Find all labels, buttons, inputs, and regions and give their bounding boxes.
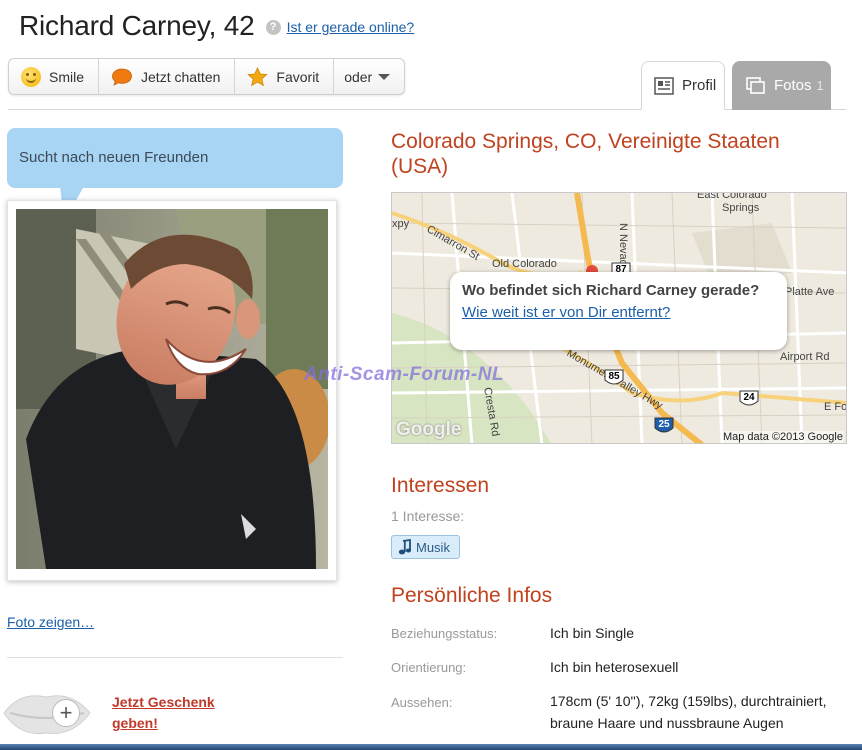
add-gift-badge[interactable]: +	[52, 699, 80, 727]
send-gift-link[interactable]: Jetzt Geschenk geben!	[112, 692, 215, 734]
tab-fotos[interactable]: Fotos 1	[732, 61, 831, 110]
highway-shield-25: 25	[654, 417, 674, 433]
favorite-button[interactable]: Favorit	[235, 59, 335, 94]
map-label-efo: E Fo	[824, 401, 847, 413]
online-status-link[interactable]: Ist er gerade online?	[287, 19, 415, 35]
map-credit: Map data ©2013 Google	[721, 431, 844, 443]
show-photo-link[interactable]: Foto zeigen…	[7, 614, 94, 630]
status-bubble: Sucht nach neuen Freunden	[7, 128, 343, 188]
tab-fotos-label: Fotos	[774, 77, 812, 94]
action-bar: Smile Jetzt chatten Favorit oder	[8, 58, 406, 95]
tab-profil[interactable]: Profil	[641, 61, 725, 110]
info-label-appearance: Aussehen:	[391, 695, 453, 710]
shield-24-text: 24	[743, 392, 755, 403]
os-taskbar	[0, 744, 862, 750]
interest-tag-musik[interactable]: Musik	[391, 535, 460, 559]
highway-shield-85: 85	[604, 369, 624, 385]
profile-photo-frame[interactable]	[7, 200, 337, 581]
map-location-popup: Wo befindet sich Richard Carney gerade? …	[450, 272, 787, 350]
smile-button[interactable]: Smile	[9, 59, 100, 94]
map-label-airport: Airport Rd	[780, 351, 830, 363]
info-label-orientation: Orientierung:	[391, 660, 467, 675]
lips-gift-icon[interactable]: +	[0, 683, 92, 741]
profile-header: Richard Carney, 42 ? Ist er gerade onlin…	[19, 10, 414, 42]
interests-title: Interessen	[391, 474, 490, 497]
favorite-button-label: Favorit	[276, 68, 320, 85]
watermark-text: Anti-Scam-Forum-NL	[304, 364, 505, 385]
location-title: Colorado Springs, CO, Vereinigte Staaten…	[391, 130, 780, 178]
photos-stack-icon	[746, 76, 766, 95]
chat-bubble-icon	[111, 68, 133, 86]
location-map[interactable]: East Colorado Springs Old Colorado Cimar…	[391, 192, 847, 444]
chat-button-label: Jetzt chatten	[141, 68, 221, 85]
info-value-appearance: 178cm (5' 10''), 72kg (159lbs), durchtra…	[550, 693, 827, 731]
left-divider	[7, 657, 343, 658]
map-label-old-colorado: Old Colorado	[492, 258, 557, 270]
info-label-relationship: Beziehungsstatus:	[391, 626, 498, 641]
chat-button[interactable]: Jetzt chatten	[99, 59, 236, 94]
photo-count: 1	[816, 78, 824, 93]
map-label-platte: Platte Ave	[785, 286, 834, 298]
more-actions-dropdown[interactable]: oder	[334, 59, 404, 94]
chevron-down-icon	[378, 73, 391, 80]
star-icon	[247, 66, 269, 87]
info-value-orientation: Ich bin heterosexuell	[550, 659, 679, 675]
more-actions-label: oder	[344, 68, 373, 85]
info-value-relationship: Ich bin Single	[550, 625, 635, 641]
profile-photo[interactable]	[16, 209, 328, 569]
google-logo: Google	[396, 419, 462, 440]
smile-button-label: Smile	[49, 68, 85, 85]
interest-tag-label: Musik	[416, 539, 450, 555]
map-label-east: East Colorado	[697, 193, 767, 201]
map-distance-link[interactable]: Wie weit ist er von Dir entfernt?	[462, 304, 670, 321]
personal-info-title: Persönliche Infos	[391, 584, 553, 607]
highway-shield-24: 24	[739, 390, 759, 406]
help-icon[interactable]: ?	[265, 19, 281, 35]
profile-card-icon	[654, 76, 674, 95]
map-label-xpy: xpy	[392, 218, 410, 230]
smile-icon	[21, 66, 41, 87]
send-gift-line1: Jetzt Geschenk	[112, 694, 215, 710]
interests-count: 1 Interesse:	[391, 508, 465, 524]
music-note-icon	[398, 539, 412, 555]
shield-85-text: 85	[608, 371, 620, 382]
map-label-springs: Springs	[722, 202, 760, 214]
tab-profil-label: Profil	[682, 77, 717, 94]
map-location-question: Wo befindet sich Richard Carney gerade?	[462, 282, 760, 299]
send-gift-line2: geben!	[112, 715, 158, 731]
shield-25-text: 25	[658, 419, 670, 430]
profile-name-age: Richard Carney, 42	[19, 10, 255, 41]
